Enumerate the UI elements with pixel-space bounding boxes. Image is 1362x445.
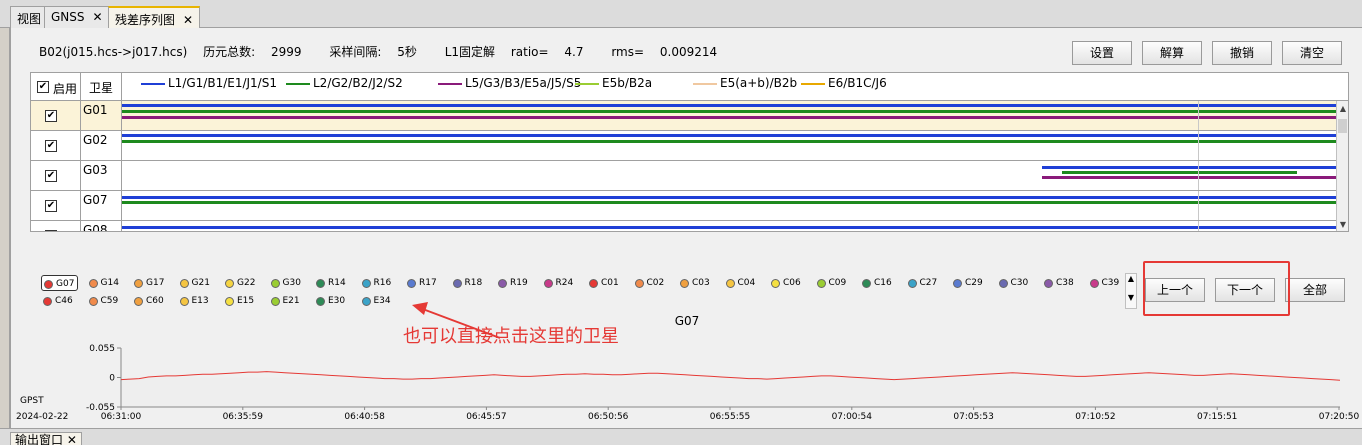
x-tick-label: 06:45:57: [466, 412, 506, 422]
bottom-tab-bar: 输出窗口 ✕: [0, 428, 1362, 445]
x-tick-label: 06:40:58: [344, 412, 385, 422]
x-tick-label: 06:31:00: [101, 412, 142, 422]
tab-output-window[interactable]: 输出窗口 ✕: [10, 432, 82, 445]
annotation-arrow-head: [412, 302, 428, 315]
x-tick-label: 07:20:50: [1319, 412, 1360, 422]
close-icon[interactable]: ✕: [67, 433, 77, 445]
x-tick-label: 06:35:59: [223, 412, 264, 422]
x-tick-label: 07:15:51: [1197, 412, 1237, 422]
annotation-arrow-shaft: [419, 307, 501, 339]
tab-label: 输出窗口: [15, 433, 64, 445]
x-tick-label: 07:05:53: [953, 412, 993, 422]
y-tick-label: 0: [109, 374, 115, 384]
x-tick-label: 07:10:52: [1075, 412, 1115, 422]
chart-title: G07: [675, 314, 700, 328]
x-tick-label: 06:55:55: [710, 412, 750, 422]
x-tick-label: 07:00:54: [832, 412, 873, 422]
y-tick-label: 0.055: [89, 344, 115, 354]
plot-lower-band: [121, 377, 1340, 407]
plot-date: 2024-02-22: [16, 412, 68, 422]
x-axis-label: GPST: [20, 396, 44, 406]
residual-chart: 0.0550-0.05506:31:00 06:35:59 06:40:58 06:4…: [16, 302, 1360, 422]
x-tick-label: 06:50:56: [588, 412, 629, 422]
